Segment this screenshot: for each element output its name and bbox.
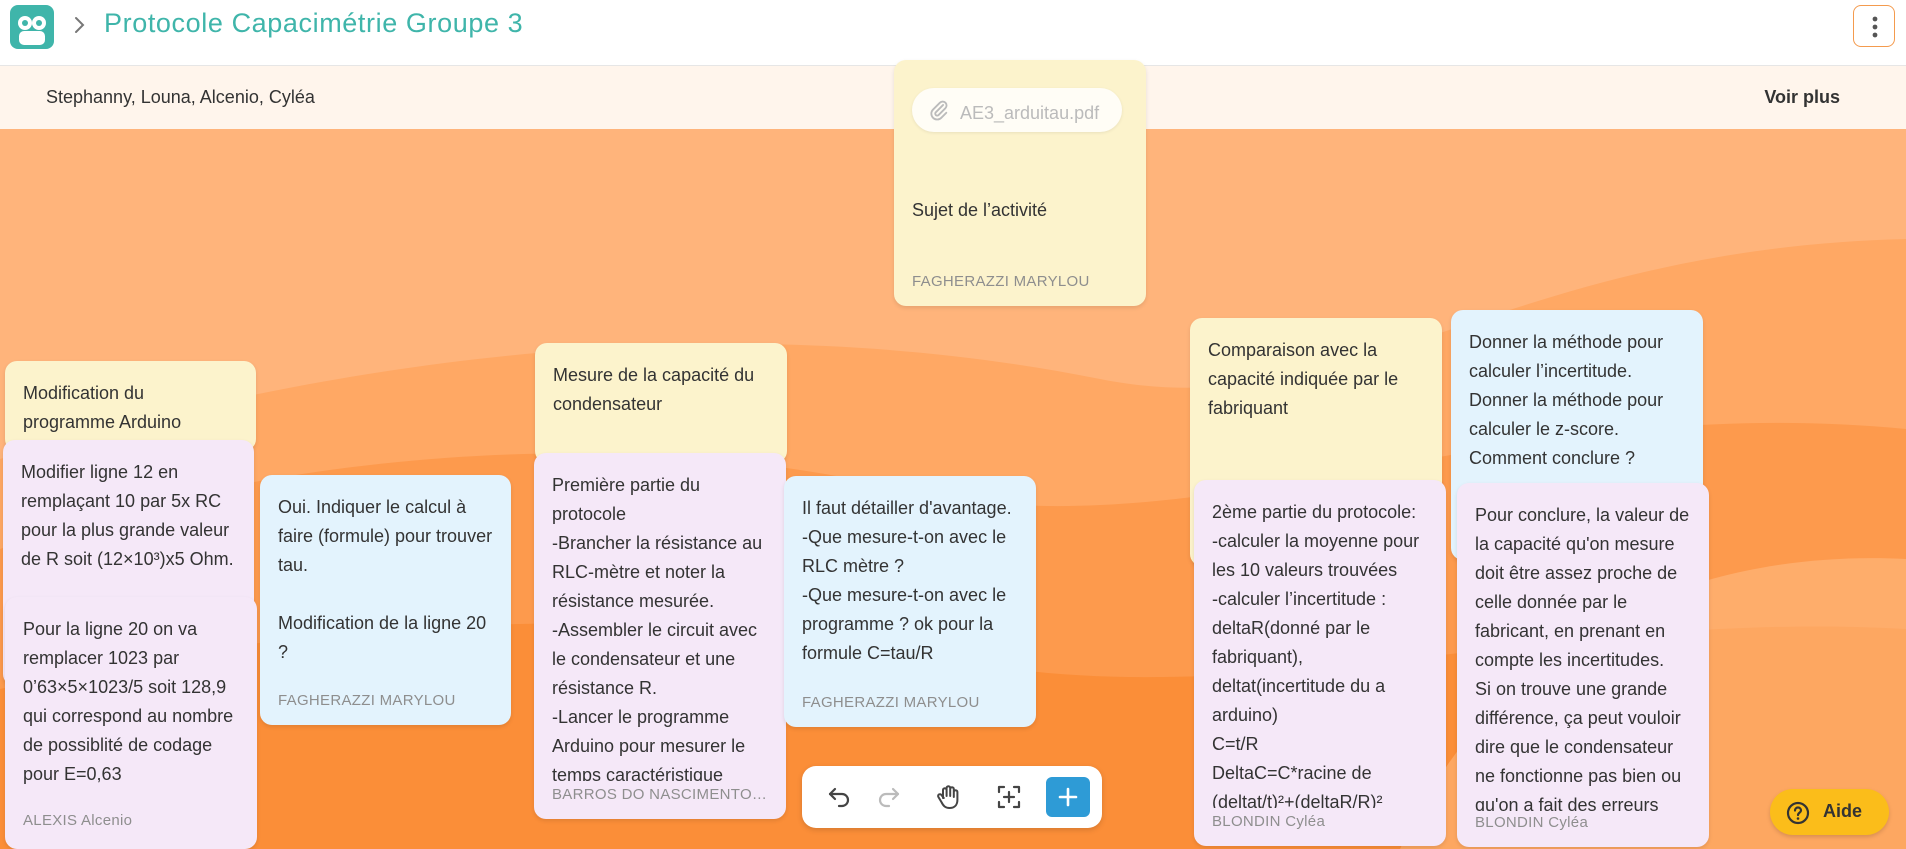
pan-button[interactable] — [931, 779, 967, 815]
post-text: Pour la ligne 20 on va remplacer 1023 pa… — [23, 619, 239, 784]
post-author: BARROS DO NASCIMENTO S... — [552, 786, 768, 803]
post-text: Pour conclure, la valeur de la capacité … — [1475, 505, 1690, 811]
post-sujet[interactable]: AE3_arduitau.pdf Sujet de l’activité FAG… — [894, 60, 1146, 306]
post-conclure[interactable]: Pour conclure, la valeur de la capacité … — [1457, 483, 1709, 847]
redo-button[interactable] — [870, 779, 906, 815]
undo-button[interactable] — [822, 779, 858, 815]
plus-icon — [1058, 787, 1078, 807]
column-header-modification[interactable]: Modification du programme Arduino — [5, 361, 256, 451]
post-author: BLONDIN Cyléa — [1212, 813, 1326, 830]
post-text: 2ème partie du protocole: -calculer la m… — [1212, 502, 1420, 808]
undo-icon — [828, 787, 850, 808]
post-text: Sujet de l’activité — [912, 200, 1048, 220]
board-members: Stephanny, Louna, Alcenio, Cyléa — [46, 87, 315, 107]
post-text: Mesure de la capacité du condensateur — [553, 365, 760, 414]
post-author: FAGHERAZZI MARYLOU — [912, 273, 1090, 290]
more-options-button[interactable] — [1853, 5, 1895, 47]
post-oui[interactable]: Oui. Indiquer le calcul à faire (formule… — [260, 475, 511, 725]
post-text: Donner la méthode pour calculer l’incert… — [1469, 332, 1664, 468]
post-author: ALEXIS Alcenio — [23, 812, 133, 829]
attachment-filename: AE3_arduitau.pdf — [960, 103, 1100, 123]
post-text: Oui. Indiquer le calcul à faire (formule… — [278, 497, 493, 662]
padlet-logo-icon[interactable] — [9, 4, 55, 50]
add-post-button[interactable] — [1046, 777, 1090, 817]
post-text: Il faut détailler d'avantage. -Que mesur… — [802, 498, 1012, 663]
post-author: FAGHERAZZI MARYLOU — [802, 694, 980, 711]
chevron-right-icon — [72, 14, 88, 36]
app-header: Protocole Capacimétrie Groupe 3 — [0, 0, 1906, 66]
post-author: FAGHERAZZI MARYLOU — [278, 692, 456, 709]
post-text: Modification du programme Arduino — [23, 383, 182, 432]
post-deuxieme-partie[interactable]: 2ème partie du protocole: -calculer la m… — [1194, 480, 1446, 846]
fit-screen-icon — [997, 785, 1021, 809]
help-label: Aide — [1823, 801, 1863, 821]
post-detailler[interactable]: Il faut détailler d'avantage. -Que mesur… — [784, 476, 1036, 727]
post-text: Modifier ligne 12 en remplaçant 10 par 5… — [21, 462, 235, 569]
page-title: Protocole Capacimétrie Groupe 3 — [104, 8, 524, 38]
post-ligne20[interactable]: Pour la ligne 20 on va remplacer 1023 pa… — [5, 597, 257, 849]
question-circle-icon — [1786, 801, 1810, 825]
attachment-chip[interactable]: AE3_arduitau.pdf — [912, 88, 1122, 132]
fit-to-screen-button[interactable] — [991, 779, 1027, 815]
paperclip-icon — [930, 100, 948, 121]
post-text: Première partie du protocole -Brancher l… — [552, 475, 763, 781]
post-author: BLONDIN Cyléa — [1475, 814, 1589, 831]
help-button[interactable]: Aide — [1770, 789, 1889, 835]
post-text: Comparaison avec la capacité indiquée pa… — [1208, 340, 1404, 418]
column-header-mesure[interactable]: Mesure de la capacité du condensateur — [535, 343, 787, 463]
voir-plus-link[interactable]: Voir plus — [1764, 87, 1840, 108]
post-premiere-partie[interactable]: Première partie du protocole -Brancher l… — [534, 453, 786, 819]
vertical-dots-icon — [1872, 16, 1878, 38]
hand-icon — [937, 785, 959, 809]
redo-icon — [878, 787, 900, 808]
board-toolbar — [802, 766, 1102, 828]
